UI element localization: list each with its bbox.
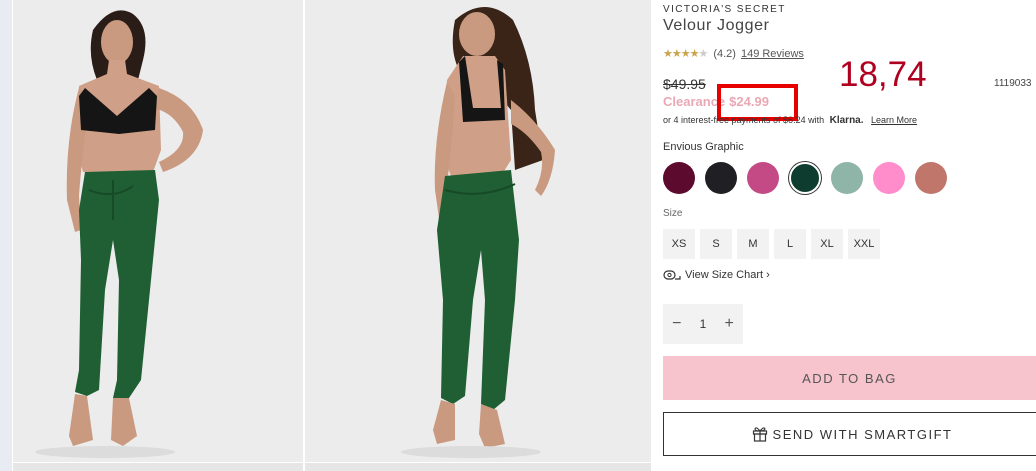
size-option-xs[interactable]: XS: [663, 229, 695, 259]
product-image-thumb-next-2[interactable]: [305, 463, 651, 471]
product-sku: 1119033: [994, 78, 1032, 89]
size-option-s[interactable]: S: [700, 229, 732, 259]
model-back-illustration: [305, 0, 651, 462]
rating-row: ★★★★★ (4.2) 149 Reviews: [663, 47, 804, 61]
product-image-thumb-next[interactable]: [13, 463, 303, 471]
brand-name: VICTORIA'S SECRET: [663, 4, 786, 15]
color-swatches: [663, 162, 947, 194]
clearance-label: Clearance: [663, 94, 726, 109]
quantity-decrease-button[interactable]: −: [672, 315, 681, 333]
view-size-chart-label: View Size Chart ›: [685, 269, 770, 281]
quantity-stepper: − 1 +: [663, 304, 743, 344]
quantity-increase-button[interactable]: +: [725, 315, 734, 333]
size-option-m[interactable]: M: [737, 229, 769, 259]
original-price: $49.95: [663, 76, 706, 92]
size-option-xl[interactable]: XL: [811, 229, 843, 259]
color-swatch-magenta[interactable]: [747, 162, 779, 194]
size-label: Size: [663, 208, 683, 219]
product-title: Velour Jogger: [663, 17, 770, 34]
rating-value: (4.2): [713, 47, 736, 60]
send-with-smartgift-button[interactable]: SEND WITH SMARTGIFT: [663, 412, 1036, 456]
klarna-learn-more-link[interactable]: Learn More: [871, 115, 917, 125]
klarna-text: or 4 interest-free payments of $6.24 wit…: [663, 115, 825, 125]
view-size-chart-link[interactable]: View Size Chart ›: [663, 269, 770, 281]
product-image-back[interactable]: [305, 0, 651, 462]
model-front-illustration: [13, 0, 303, 462]
smartgift-label: SEND WITH SMARTGIFT: [772, 426, 953, 442]
reviews-link[interactable]: 149 Reviews: [741, 48, 804, 60]
klarna-logo: Klarna.: [829, 115, 864, 126]
size-option-l[interactable]: L: [774, 229, 806, 259]
star-rating-icon: ★★★★★: [663, 48, 708, 60]
product-image-front[interactable]: [13, 0, 303, 462]
product-info-panel: VICTORIA'S SECRET Velour Jogger ★★★★★ (4…: [663, 0, 1036, 471]
gift-icon: [752, 427, 767, 442]
color-swatch-burgundy[interactable]: [663, 162, 695, 194]
selected-color-label: Envious Graphic: [663, 141, 744, 153]
add-to-bag-button[interactable]: ADD TO BAG: [663, 356, 1036, 400]
size-options: XS S M L XL XXL: [663, 229, 880, 259]
klarna-installments: or 4 interest-free payments of $6.24 wit…: [663, 115, 917, 126]
page-gutter: [0, 0, 12, 471]
color-swatch-pink[interactable]: [873, 162, 905, 194]
color-swatch-black[interactable]: [705, 162, 737, 194]
color-swatch-dark-green[interactable]: [789, 162, 821, 194]
measuring-tape-icon: [663, 270, 681, 280]
color-swatch-terracotta[interactable]: [915, 162, 947, 194]
quantity-value[interactable]: 1: [700, 317, 707, 331]
handwritten-annotation: 18,74: [839, 55, 927, 94]
color-swatch-sage[interactable]: [831, 162, 863, 194]
size-option-xxl[interactable]: XXL: [848, 229, 880, 259]
